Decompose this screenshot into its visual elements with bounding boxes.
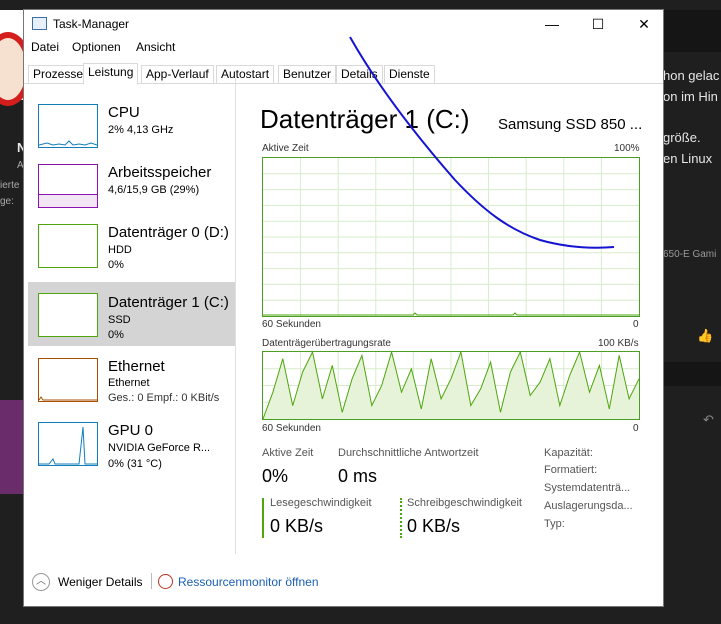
background-left-fragment: ierte — [0, 180, 20, 191]
cpu-thumbnail-graph — [38, 104, 98, 148]
transfer-rate-graph — [262, 351, 640, 420]
sidebar-item-memory[interactable]: Arbeitsspeicher 4,6/15,9 GB (29%) — [28, 160, 236, 220]
device-model: Samsung SSD 850 ... — [498, 116, 643, 133]
background-text-line: hon gelac — [663, 68, 720, 83]
graph-time-label: 60 Sekunden — [262, 423, 321, 434]
minimize-button[interactable]: — — [529, 10, 575, 38]
background-left-fragment: A — [17, 160, 24, 171]
sidebar-item-detail: 2% 4,13 GHz — [108, 124, 174, 136]
memory-thumbnail-graph — [38, 164, 98, 208]
menu-datei[interactable]: Datei — [31, 40, 59, 54]
active-time-graph — [262, 157, 640, 317]
sidebar-item-disk-0[interactable]: Datenträger 0 (D:) HDD 0% — [28, 220, 236, 280]
write-speed-label: Schreibgeschwindigkeit — [407, 497, 522, 509]
background-text-line: 650-E Gami — [663, 249, 717, 260]
graph-max-label: 100 KB/s — [598, 338, 639, 349]
property-page-file: Auslagerungsda... — [544, 500, 633, 512]
menu-optionen[interactable]: Optionen — [72, 40, 121, 54]
ethernet-thumbnail-graph — [38, 358, 98, 402]
sidebar-item-cpu[interactable]: CPU 2% 4,13 GHz — [28, 100, 236, 160]
footer-bar: ︿ Weniger Details Ressourcenmonitor öffn… — [24, 570, 663, 594]
sidebar-item-detail: NVIDIA GeForce R... — [108, 442, 211, 454]
sidebar-item-title: Ethernet — [108, 358, 165, 375]
write-speed-marker — [400, 498, 402, 538]
active-time-value: 0% — [262, 466, 289, 486]
tab-details[interactable]: Details — [336, 65, 383, 84]
sidebar-divider — [235, 78, 236, 554]
sidebar-item-title: CPU — [108, 104, 140, 121]
property-capacity: Kapazität: — [544, 447, 593, 459]
device-title: Datenträger 1 (C:) — [260, 104, 470, 134]
menu-ansicht[interactable]: Ansicht — [136, 40, 175, 54]
memory-usage-fill — [39, 194, 97, 207]
sidebar-item-detail: 4,6/15,9 GB (29%) — [108, 184, 200, 196]
active-time-label: Aktive Zeit — [262, 447, 314, 459]
sidebar-item-detail: HDD — [108, 244, 132, 256]
tab-leistung[interactable]: Leistung — [83, 63, 139, 85]
property-type: Typ: — [544, 518, 565, 530]
background-text-line: en Linux — [663, 151, 713, 166]
resource-monitor-icon — [158, 574, 173, 589]
background-text-line: größe. — [663, 130, 701, 145]
write-speed-value: 0 KB/s — [407, 516, 461, 536]
sidebar-item-ethernet[interactable]: Ethernet Ethernet Ges.: 0 Empf.: 0 KBit/… — [28, 352, 236, 412]
read-speed-marker — [262, 498, 264, 538]
resource-monitor-link[interactable]: Ressourcenmonitor öffnen — [178, 575, 319, 589]
footer-separator — [151, 573, 152, 589]
graph-label: Aktive Zeit — [262, 143, 309, 154]
read-speed-label: Lesegeschwindigkeit — [270, 497, 372, 509]
title-bar[interactable]: Task-Manager — ☐ ✕ — [24, 10, 663, 38]
graph-max-label: 100% — [614, 143, 640, 154]
sidebar-item-detail: 0% — [108, 329, 124, 341]
graph-time-label: 60 Sekunden — [262, 319, 321, 330]
sidebar-item-detail: 0% (31 °C) — [108, 458, 162, 470]
sidebar-item-title: GPU 0 — [108, 422, 154, 439]
sidebar-item-detail: 0% — [108, 259, 124, 271]
sidebar-item-title: Datenträger 0 (D:) — [108, 224, 229, 241]
task-manager-window: Task-Manager — ☐ ✕ Datei Optionen Ansich… — [24, 10, 663, 606]
close-button[interactable]: ✕ — [621, 10, 663, 38]
disk-0-thumbnail-graph — [38, 224, 98, 268]
performance-sidebar: CPU 2% 4,13 GHz Arbeitsspeicher 4,6/15,9… — [28, 76, 236, 556]
graph-min-label: 0 — [633, 423, 639, 434]
chevron-up-icon[interactable]: ︿ — [32, 573, 50, 591]
sidebar-item-detail: Ges.: 0 Empf.: 0 KBit/s — [108, 392, 220, 404]
property-system-disk: Systemdatenträ... — [544, 482, 631, 494]
response-time-value: 0 ms — [338, 466, 378, 486]
background-divider — [663, 362, 721, 386]
background-strip — [663, 10, 721, 52]
reply-icon: ↶ — [703, 412, 714, 427]
read-speed-value: 0 KB/s — [270, 516, 324, 536]
window-title: Task-Manager — [53, 17, 130, 31]
tab-dienste[interactable]: Dienste — [384, 65, 435, 84]
sidebar-item-detail: Ethernet — [108, 377, 150, 389]
graph-label: Datenträgerübertragungsrate — [262, 338, 391, 349]
background-text-line: on im Hin — [663, 89, 718, 104]
maximize-button[interactable]: ☐ — [575, 10, 621, 38]
disk-1-thumbnail-graph — [38, 293, 98, 337]
task-manager-icon — [32, 17, 47, 30]
response-time-label: Durchschnittliche Antwortzeit — [338, 447, 479, 459]
sidebar-item-title: Datenträger 1 (C:) — [108, 294, 229, 311]
sidebar-item-gpu-0[interactable]: GPU 0 NVIDIA GeForce R... 0% (31 °C) — [28, 418, 236, 478]
background-left-fragment: ge: — [0, 196, 14, 207]
sidebar-item-detail: SSD — [108, 314, 131, 326]
gpu-thumbnail-graph — [38, 422, 98, 466]
fewer-details-button[interactable]: Weniger Details — [58, 575, 142, 589]
graph-min-label: 0 — [633, 319, 639, 330]
thumbs-up-icon: 👍 — [697, 328, 714, 343]
property-formatted: Formatiert: — [544, 464, 598, 476]
background-purple-block — [0, 400, 24, 494]
sidebar-item-disk-1[interactable]: Datenträger 1 (C:) SSD 0% — [28, 282, 236, 346]
tab-benutzer[interactable]: Benutzer — [278, 65, 337, 84]
sidebar-item-title: Arbeitsspeicher — [108, 164, 212, 181]
